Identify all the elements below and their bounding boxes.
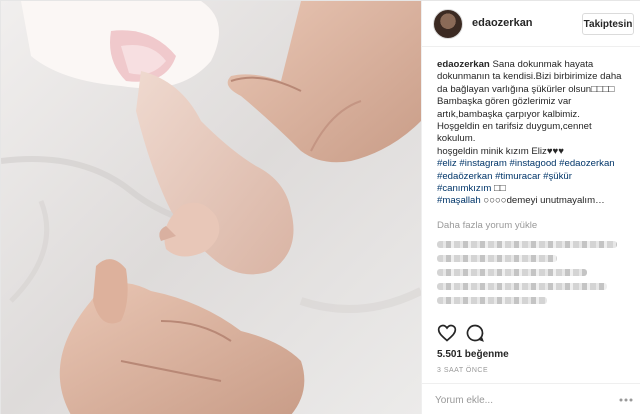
comment-input[interactable]	[435, 392, 605, 408]
blurred-comment	[437, 255, 557, 262]
load-more-comments-link[interactable]: Daha fazla yorum yükle	[437, 220, 537, 231]
caption: edaozerkan Sana dokunmak hayata dokunman…	[437, 59, 637, 208]
caption-author[interactable]: edaozerkan	[437, 59, 490, 70]
avatar[interactable]	[433, 9, 463, 39]
comment-form	[422, 383, 640, 414]
caption-line: Hoşgeldin en tarifsiz duygum,cennet	[437, 121, 592, 133]
hashtag-link[interactable]: #eliz	[437, 158, 457, 169]
hashtag-line: #eliz #instagram #instagood #edaozerkan	[437, 158, 637, 170]
post-header: edaozerkan Takiptesin	[422, 1, 640, 47]
blurred-comment	[437, 241, 617, 248]
hashtag-line: #edaözerkan #timuracar #şükür	[437, 171, 637, 183]
hashtag-link[interactable]: #edaözerkan	[437, 171, 492, 182]
action-bar	[437, 323, 637, 345]
caption-line: kokulum.	[437, 133, 476, 145]
caption-line: dokunmanın ta kendisi.Bizi birbirimize d…	[437, 71, 622, 83]
caption-text: Sana dokunmak hayata	[489, 59, 594, 70]
hashtag-link[interactable]: #canımkızım	[437, 183, 491, 194]
hashtag-link[interactable]: #timuracar	[495, 171, 540, 182]
baby-hand-photo	[1, 1, 421, 414]
more-dots-icon[interactable]	[618, 394, 634, 406]
hashtag-link[interactable]: #instagood	[510, 158, 557, 169]
caption-line-1: edaozerkan Sana dokunmak hayata	[437, 59, 637, 71]
hashtag-line: #maşallah ○○○○demeyi unutmayalım…	[437, 195, 637, 207]
post-timestamp: 3 SAAT ÖNCE	[437, 367, 489, 374]
following-button[interactable]: Takiptesin	[582, 13, 634, 35]
caption-text: □□	[491, 183, 506, 195]
post-side-panel: edaozerkan Takiptesin edaozerkan Sana do…	[421, 1, 640, 414]
blurred-comment	[437, 269, 587, 276]
hashtag-line: #canımkızım □□	[437, 183, 637, 195]
like-count[interactable]: 5.501 beğenme	[437, 349, 509, 360]
hashtag-link[interactable]: #şükür	[543, 171, 572, 182]
blurred-comment	[437, 297, 547, 304]
post-frame: edaozerkan Takiptesin edaozerkan Sana do…	[0, 0, 640, 414]
hashtag-link[interactable]: #edaozerkan	[559, 158, 614, 169]
hashtag-link[interactable]: #instagram	[459, 158, 506, 169]
heart-outline-icon[interactable]	[437, 323, 457, 343]
speech-bubble-icon[interactable]	[465, 323, 485, 343]
hashtag-link[interactable]: #maşallah	[437, 195, 481, 206]
caption-line: artık,bambaşka çarpıyor kalbimiz.	[437, 108, 580, 120]
post-photo[interactable]	[1, 1, 421, 414]
blurred-comment	[437, 283, 607, 290]
caption-line: Bambaşka gören gözlerimiz var	[437, 96, 572, 108]
caption-line: da bağlayan varlığına şükürler olsun□□□□	[437, 83, 615, 95]
caption-text: ○○○○demeyi unutmayalım…	[480, 195, 605, 207]
caption-line: hoşgeldin minik kızım Eliz♥♥♥	[437, 145, 564, 157]
username-link[interactable]: edaozerkan	[472, 17, 533, 29]
